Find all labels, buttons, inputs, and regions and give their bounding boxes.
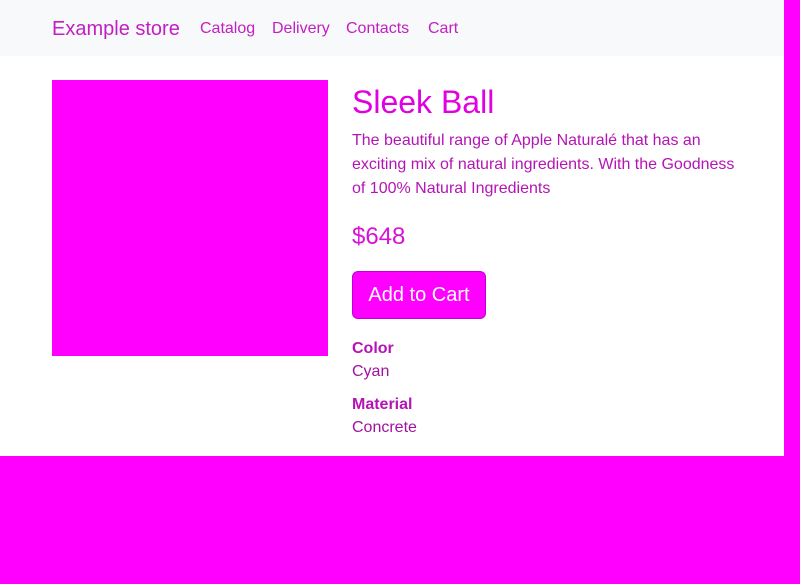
attribute-value-color: Cyan — [352, 363, 390, 380]
attribute-value-material: Concrete — [352, 419, 417, 436]
attribute-name-color: Color — [352, 340, 394, 357]
navbar: Example store Catalog Delivery Contacts … — [0, 0, 784, 56]
product-price: $648 — [352, 223, 406, 250]
brand-link[interactable]: Example store — [52, 17, 180, 41]
nav-link-catalog[interactable]: Catalog — [200, 19, 255, 39]
product-description: The beautiful range of Apple Naturalé th… — [352, 132, 735, 197]
add-to-cart-button[interactable]: Add to Cart — [352, 271, 486, 319]
product-image — [52, 80, 328, 356]
page: Example store Catalog Delivery Contacts … — [0, 0, 784, 456]
nav-link-cart[interactable]: Cart — [428, 19, 458, 39]
nav-link-contacts[interactable]: Contacts — [346, 19, 409, 39]
nav-link-delivery[interactable]: Delivery — [272, 19, 330, 39]
product-title: Sleek Ball — [352, 84, 495, 120]
attribute-name-material: Material — [352, 396, 413, 413]
